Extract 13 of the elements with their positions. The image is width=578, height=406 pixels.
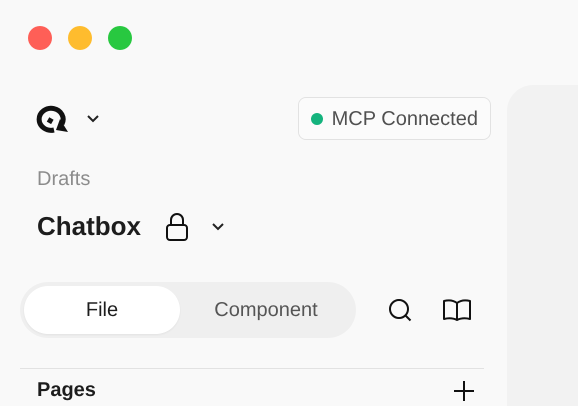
chevron-down-icon[interactable] bbox=[86, 114, 100, 123]
section-title: Pages bbox=[37, 379, 96, 402]
file-title: Chatbox bbox=[37, 210, 141, 243]
search-icon[interactable] bbox=[388, 298, 413, 322]
chevron-down-icon[interactable] bbox=[211, 222, 225, 231]
book-icon[interactable] bbox=[442, 298, 472, 322]
lock-icon[interactable] bbox=[165, 212, 189, 241]
window-control[interactable] bbox=[28, 26, 52, 50]
tab[interactable]: File bbox=[24, 286, 180, 334]
logo-icon[interactable] bbox=[34, 104, 70, 134]
tab[interactable]: Component bbox=[180, 286, 352, 334]
status-label: MCP Connected bbox=[332, 106, 478, 132]
add-icon[interactable] bbox=[453, 380, 475, 402]
